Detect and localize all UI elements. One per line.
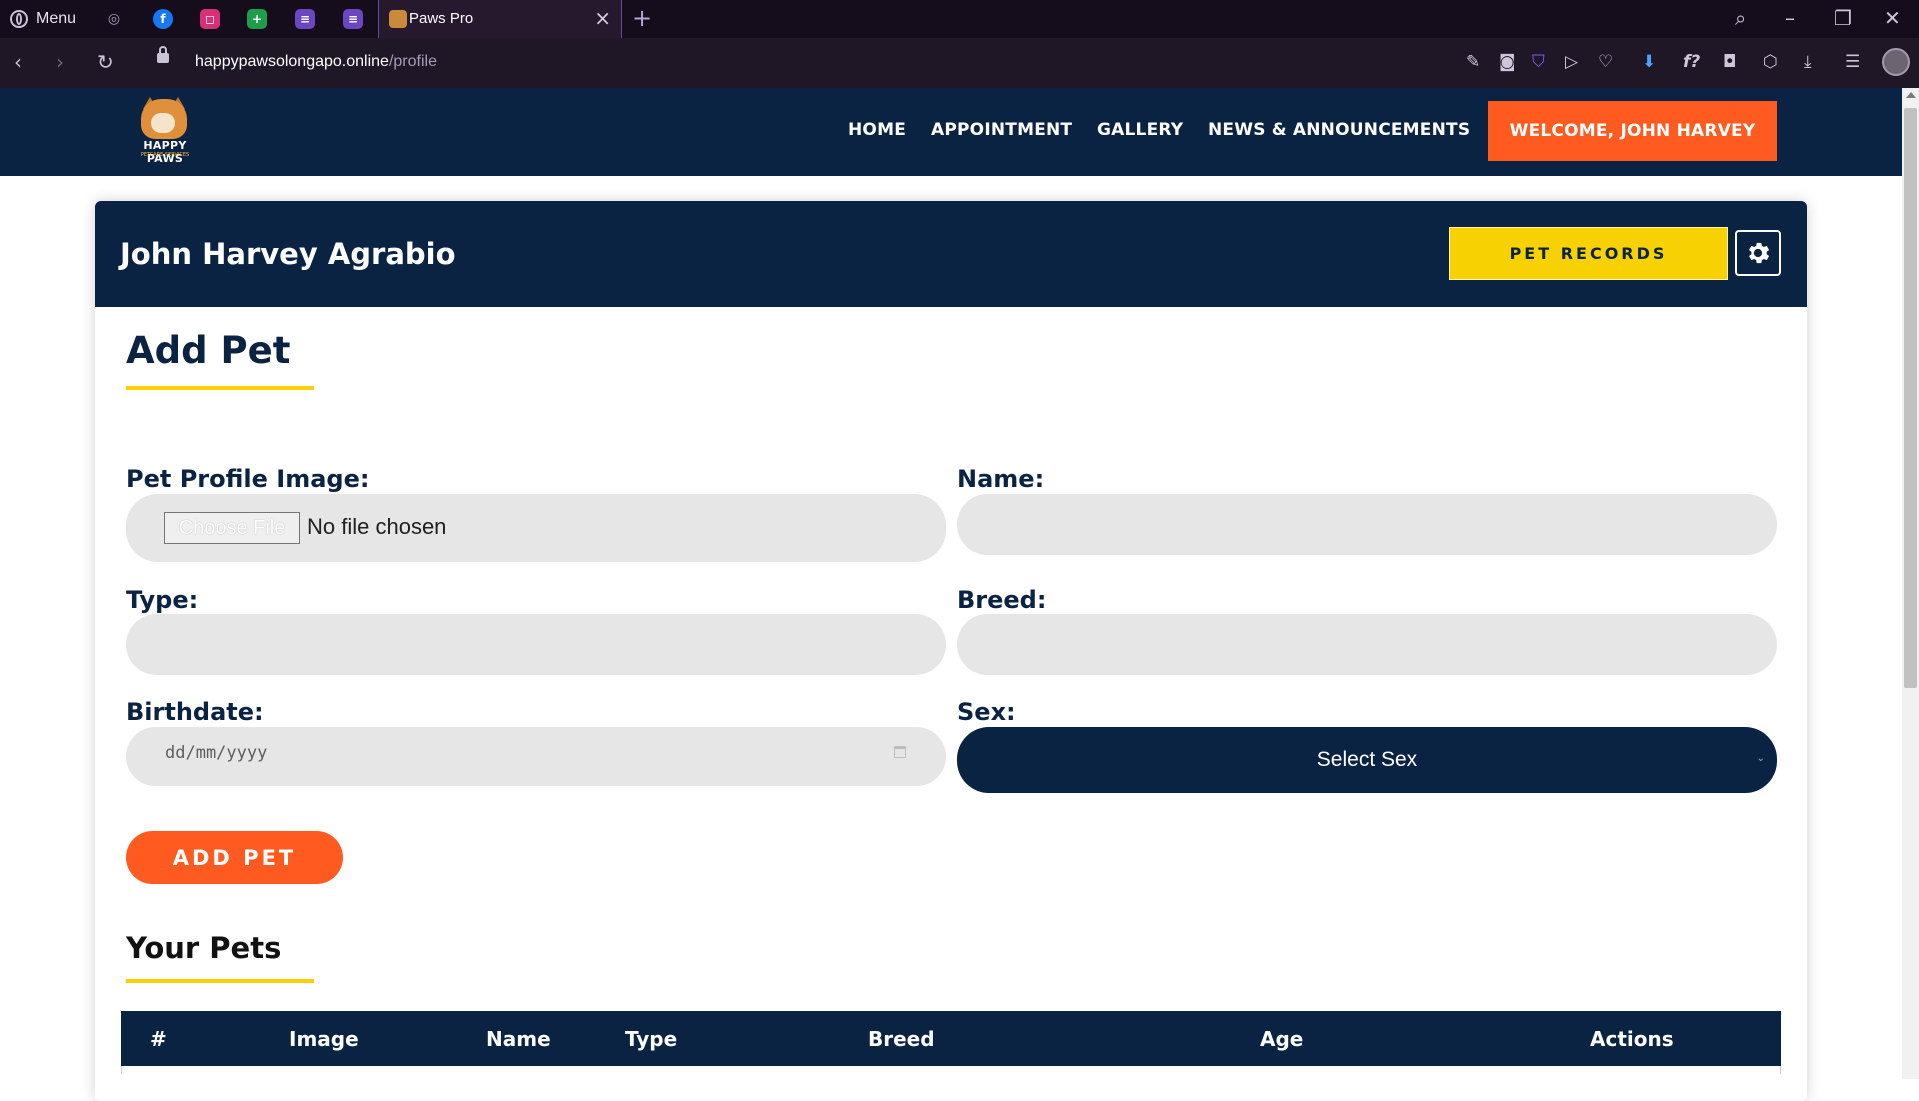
owner-name: John Harvey Agrabio — [120, 237, 456, 271]
downloads-icon[interactable]: ⤓ — [1804, 52, 1812, 72]
column-header-age: Age — [1260, 1027, 1304, 1051]
name-input[interactable] — [957, 494, 1777, 555]
heart-icon[interactable]: ♡ — [1598, 52, 1613, 72]
forward-icon[interactable]: › — [56, 50, 64, 74]
column-header-image: Image — [289, 1027, 359, 1051]
sex-select[interactable]: Select Sex ⌄ — [957, 727, 1777, 793]
sex-label: Sex: — [957, 698, 1016, 726]
nav-home[interactable]: HOME — [848, 120, 906, 140]
camera-icon[interactable]: ◘ — [1723, 52, 1736, 72]
sex-select-value: Select Sex — [1316, 748, 1418, 771]
browser-menu-button[interactable]: Menu — [10, 8, 76, 30]
birthdate-input[interactable]: dd/mm/yyyy — [126, 727, 946, 786]
type-input[interactable] — [126, 614, 946, 675]
cube-icon[interactable]: ⬡ — [1763, 52, 1778, 72]
url-host: happypawsolongapo.online — [195, 53, 389, 70]
lock-icon[interactable] — [157, 46, 169, 63]
column-header-breed: Breed — [868, 1027, 935, 1051]
vpn-shield-icon[interactable]: ⛉ — [1532, 52, 1545, 72]
nav-appointment[interactable]: APPOINTMENT — [931, 120, 1072, 140]
breed-input[interactable] — [957, 614, 1777, 675]
list-app-icon[interactable]: ≡ — [295, 9, 315, 29]
sheets-icon[interactable]: + — [247, 9, 267, 29]
send-icon[interactable]: ▷ — [1565, 52, 1578, 72]
easy-setup-icon[interactable]: ☰ — [1845, 52, 1860, 72]
logo-pet-face — [151, 113, 175, 133]
column-header-name: Name — [486, 1027, 551, 1051]
gear-icon — [1749, 242, 1770, 264]
minimize-icon[interactable]: – — [1785, 6, 1795, 30]
column-header-number: # — [150, 1027, 167, 1051]
browser-menu-label: Menu — [36, 10, 77, 27]
add-pet-button[interactable]: ADD PET — [126, 831, 343, 884]
new-tab-icon[interactable]: + — [632, 4, 652, 32]
list-app-2-icon[interactable]: ≡ — [343, 9, 363, 29]
gamepad-icon[interactable]: ◎ — [104, 9, 124, 29]
pet-image-label: Pet Profile Image: — [126, 465, 370, 493]
calendar-icon[interactable] — [894, 746, 906, 758]
file-status-text: No file chosen — [307, 514, 447, 539]
close-window-icon[interactable]: ✕ — [1884, 6, 1901, 30]
snapshot-icon[interactable]: ◙ — [1499, 52, 1516, 72]
column-header-type: Type — [625, 1027, 678, 1051]
settings-button[interactable] — [1735, 230, 1781, 276]
pet-image-file-input[interactable]: Choose File No file chosen — [126, 494, 946, 562]
url-field[interactable]: happypawsolongapo.online/profile — [195, 53, 437, 71]
restore-icon[interactable]: ❐ — [1834, 6, 1852, 30]
type-label: Type: — [126, 586, 199, 614]
opera-logo-icon — [10, 10, 28, 28]
url-path: /profile — [388, 53, 437, 70]
your-pets-title-underline — [126, 979, 314, 983]
scroll-up-arrow-icon[interactable] — [1906, 92, 1916, 98]
scrollbar-thumb[interactable] — [1904, 108, 1917, 688]
nav-news-announcements[interactable]: NEWS & ANNOUNCEMENTS — [1208, 120, 1470, 140]
nav-gallery[interactable]: GALLERY — [1097, 120, 1183, 140]
column-header-actions: Actions — [1590, 1027, 1674, 1051]
address-bar: ‹ › ↻ happypawsolongapo.online/profile ✎… — [0, 38, 1919, 88]
back-icon[interactable]: ‹ — [14, 50, 22, 74]
your-pets-title: Your Pets — [126, 931, 282, 965]
pets-table-header: # Image Name Type Breed Age Actions — [121, 1011, 1781, 1066]
chevron-down-icon: ⌄ — [1756, 753, 1765, 764]
page-scrollbar[interactable] — [1902, 88, 1919, 1079]
close-tab-icon[interactable]: × — [594, 8, 611, 28]
search-tabs-icon[interactable]: ⌕ — [1735, 6, 1746, 30]
welcome-user-button[interactable]: WELCOME, JOHN HARVEY — [1488, 101, 1777, 161]
font-icon[interactable]: f? — [1683, 52, 1700, 72]
add-pet-title: Add Pet — [126, 329, 291, 372]
paws-favicon-icon — [389, 10, 407, 28]
name-label: Name: — [957, 465, 1045, 493]
tab-title: Paws Pro — [409, 10, 474, 27]
profile-avatar[interactable] — [1882, 48, 1910, 76]
birthdate-placeholder: dd/mm/yyyy — [165, 743, 268, 763]
pet-records-button[interactable]: PET RECORDS — [1449, 227, 1728, 280]
tab-paws-pro[interactable]: Paws Pro × — [378, 0, 622, 38]
instagram-icon[interactable]: ◻ — [200, 9, 220, 29]
reload-icon[interactable]: ↻ — [97, 50, 114, 74]
edit-icon[interactable]: ✎ — [1466, 52, 1480, 72]
breed-label: Breed: — [957, 586, 1047, 614]
table-row — [121, 1066, 1781, 1074]
logo-subtext: PETCARE SERVICES — [140, 152, 190, 158]
birthdate-label: Birthdate: — [126, 698, 264, 726]
happy-paws-logo[interactable]: HAPPY PAWS PETCARE SERVICES — [125, 97, 205, 165]
browser-tab-bar: Menu ◎ f ◻ + ≡ ≡ Paws Pro × + ⌕ – ❐ ✕ — [0, 0, 1919, 38]
profile-card-header: John Harvey Agrabio PET RECORDS — [95, 201, 1807, 307]
choose-file-button[interactable]: Choose File — [164, 512, 300, 544]
profile-card: John Harvey Agrabio PET RECORDS Add Pet … — [95, 201, 1807, 1101]
download-manager-icon[interactable]: ⬇ — [1642, 52, 1656, 72]
facebook-icon[interactable]: f — [153, 9, 173, 29]
add-pet-title-underline — [126, 386, 314, 390]
